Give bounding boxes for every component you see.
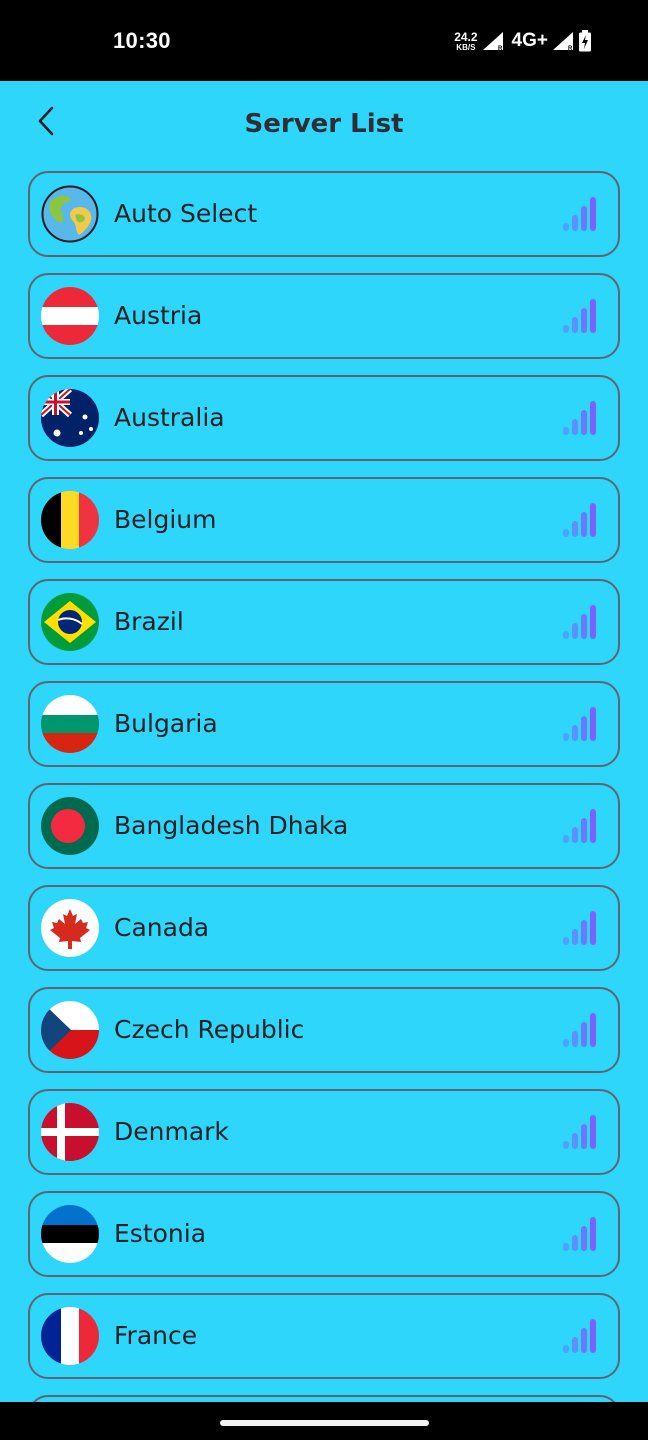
server-item-czech-republic[interactable]: Czech Republic [28,987,620,1073]
svg-text:R: R [568,46,573,51]
server-name: Bulgaria [114,709,218,738]
status-bar: 10:30 24.2 KB/S R 4G+ R [0,0,648,81]
globe-icon [41,185,99,243]
status-icons: 24.2 KB/S R 4G+ R [454,28,592,54]
server-item-auto-select[interactable]: Auto Select [28,171,620,257]
server-name: Bangladesh Dhaka [114,811,349,840]
server-item-canada[interactable]: Canada [28,885,620,971]
austria-flag-icon [41,287,99,345]
signal-bars-icon [562,299,596,333]
cell-signal-icon: R [482,31,504,51]
signal-bars-icon [562,809,596,843]
server-item-austria[interactable]: Austria [28,273,620,359]
signal-bars-icon [562,1013,596,1047]
server-item-brazil[interactable]: Brazil [28,579,620,665]
server-name: Czech Republic [114,1015,305,1044]
canada-flag-icon [41,899,99,957]
signal-bars-icon [562,1319,596,1353]
signal-bars-icon [562,707,596,741]
signal-bars-icon [562,197,596,231]
belgium-flag-icon [41,491,99,549]
cell-signal-icon-2: R [552,31,574,51]
server-name: Denmark [114,1117,229,1146]
signal-bars-icon [562,1115,596,1149]
battery-charging-icon [578,30,592,52]
network-speed-value: 24.2 [454,29,478,44]
server-name: Estonia [114,1219,207,1248]
header: Server List [0,81,648,171]
server-item-bulgaria[interactable]: Bulgaria [28,681,620,767]
czech-flag-icon [41,1001,99,1059]
server-name: Brazil [114,607,184,636]
server-name: Belgium [114,505,217,534]
server-name: France [114,1321,198,1350]
svg-text:R: R [498,46,503,51]
server-name: Australia [114,403,225,432]
brazil-flag-icon [41,593,99,651]
bangladesh-flag-icon [41,797,99,855]
signal-bars-icon [562,605,596,639]
server-item-denmark[interactable]: Denmark [28,1089,620,1175]
signal-bars-icon [562,503,596,537]
bulgaria-flag-icon [41,695,99,753]
navigation-bar [0,1402,648,1440]
france-flag-icon [41,1307,99,1365]
denmark-flag-icon [41,1103,99,1161]
server-item-partial[interactable] [28,1395,620,1402]
australia-flag-icon [41,389,99,447]
network-type: 4G+ [511,30,548,51]
server-item-bangladesh[interactable]: Bangladesh Dhaka [28,783,620,869]
server-item-belgium[interactable]: Belgium [28,477,620,563]
server-name: Austria [114,301,203,330]
signal-bars-icon [562,911,596,945]
status-time: 10:30 [113,28,171,53]
server-item-estonia[interactable]: Estonia [28,1191,620,1277]
server-item-france[interactable]: France [28,1293,620,1379]
network-speed: 24.2 KB/S [454,31,477,52]
signal-bars-icon [562,401,596,435]
signal-bars-icon [562,1217,596,1251]
page-title: Server List [244,109,404,139]
server-name: Canada [114,913,210,942]
network-speed-unit: KB/S [456,42,476,52]
server-list[interactable]: Auto Select Austria Australia Belgium Br… [28,171,620,1402]
estonia-flag-icon [41,1205,99,1263]
home-gesture-handle[interactable] [220,1420,429,1426]
server-item-australia[interactable]: Australia [28,375,620,461]
server-name: Auto Select [114,199,258,228]
